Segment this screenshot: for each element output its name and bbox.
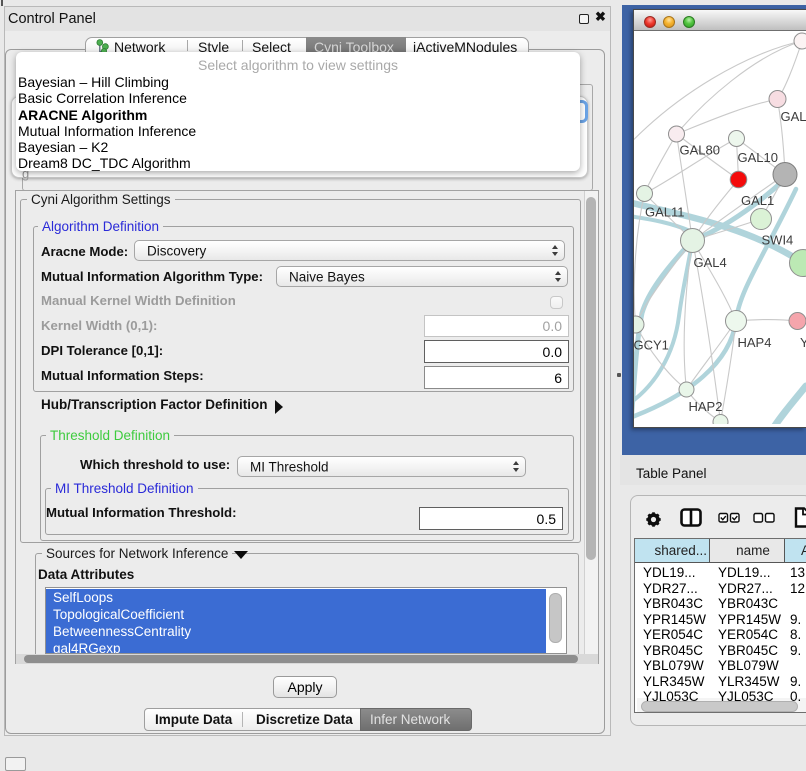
svg-text:GAL1: GAL1 — [741, 193, 774, 208]
svg-text:SWI4: SWI4 — [762, 233, 794, 248]
svg-text:GAL11: GAL11 — [645, 205, 685, 220]
svg-text:GAL4: GAL4 — [694, 255, 727, 270]
svg-text:GAL: GAL — [781, 109, 806, 124]
svg-text:GCY1: GCY1 — [634, 338, 669, 353]
svg-text:HAP2: HAP2 — [689, 399, 723, 414]
svg-text:GAL10: GAL10 — [738, 150, 778, 165]
svg-text:GAL80: GAL80 — [680, 143, 720, 158]
svg-text:Y: Y — [800, 335, 806, 350]
svg-text:HAP4: HAP4 — [738, 335, 772, 350]
